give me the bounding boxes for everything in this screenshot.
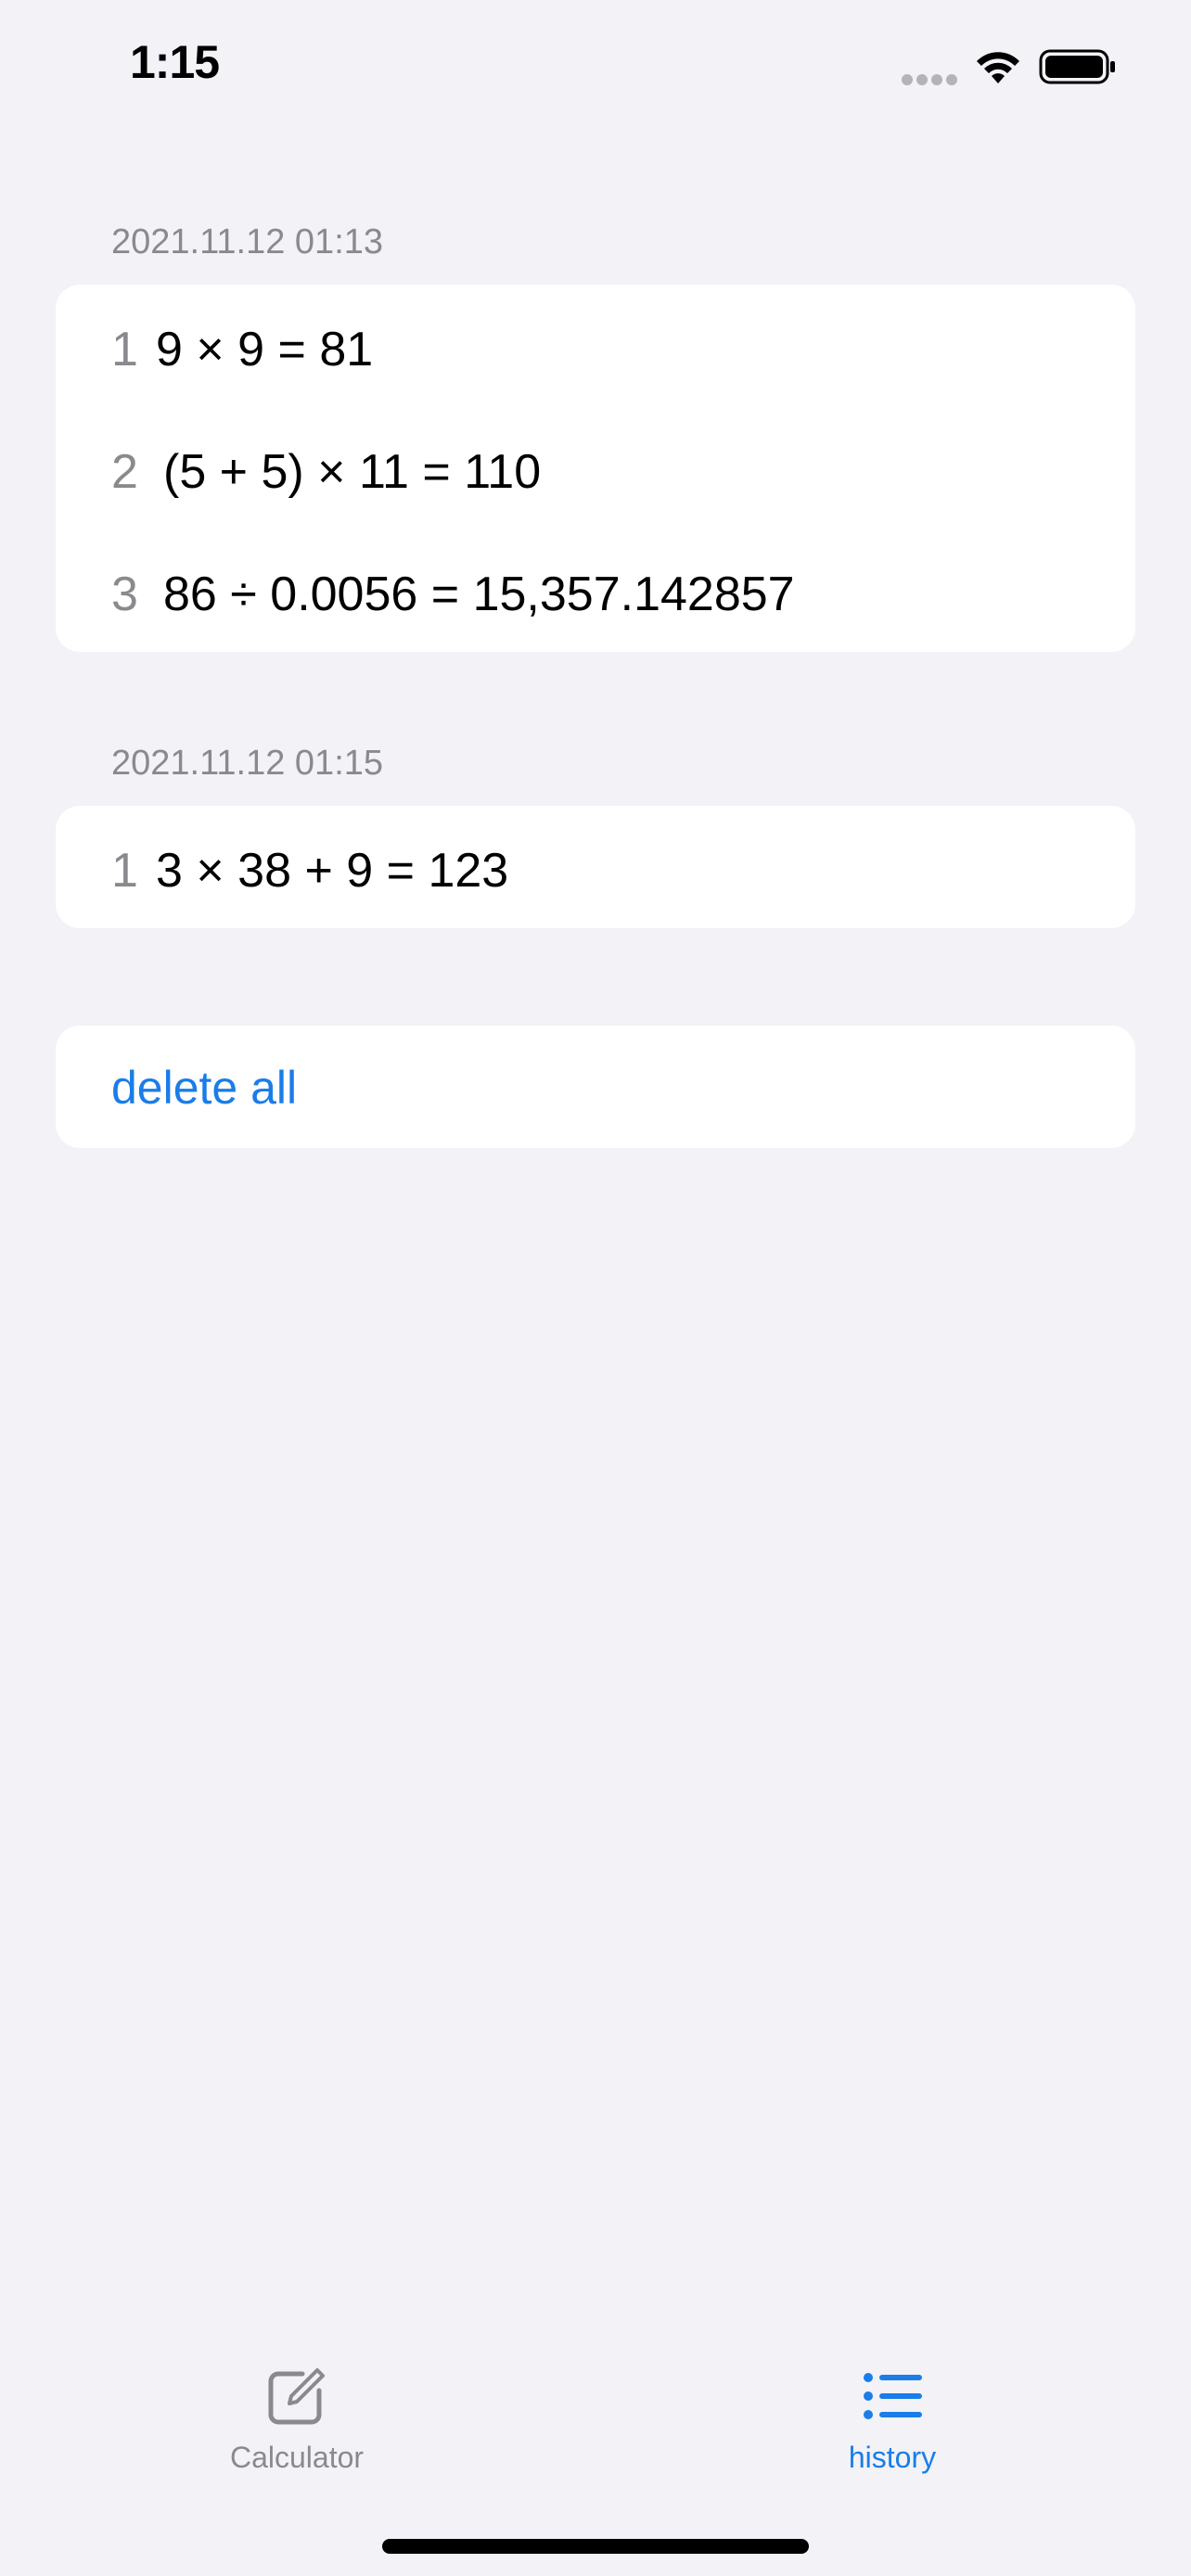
tab-calculator[interactable]: Calculator — [158, 2365, 436, 2504]
entry-index: 2 — [111, 445, 138, 499]
cellular-dots-icon — [902, 74, 959, 85]
tab-history[interactable]: history — [753, 2365, 1031, 2504]
history-card-1: 1 9 × 9 = 81 2 (5 + 5) × 11 = 110 3 86 ÷… — [56, 285, 1135, 652]
status-bar: 1:15 — [0, 0, 1191, 139]
delete-all-button[interactable]: delete all — [56, 1026, 1135, 1148]
delete-all-label: delete all — [111, 1062, 298, 1114]
battery-full-icon — [1039, 49, 1115, 84]
entry-expression: 86 ÷ 0.0056 = 15,357.142857 — [163, 567, 795, 621]
entry-expression: (5 + 5) × 11 = 110 — [163, 445, 542, 499]
section-header-1: 2021.11.12 01:13 — [111, 223, 384, 261]
entry-index: 1 — [111, 323, 138, 376]
history-entry[interactable]: 1 9 × 9 = 81 — [56, 285, 1135, 407]
entry-expression: 3 × 38 + 9 = 123 — [156, 844, 509, 898]
entry-index: 3 — [111, 567, 138, 621]
history-card-2: 1 3 × 38 + 9 = 123 — [56, 806, 1135, 928]
status-time: 1:15 — [130, 36, 220, 88]
wifi-icon — [977, 52, 1019, 83]
history-entry[interactable]: 2 (5 + 5) × 11 = 110 — [56, 407, 1135, 529]
entry-expression: 9 × 9 = 81 — [156, 323, 374, 376]
entry-index: 1 — [111, 844, 138, 898]
tab-bar: Calculator history — [0, 2337, 1191, 2522]
list-bullet-icon — [864, 2373, 922, 2419]
home-indicator[interactable] — [382, 2539, 809, 2554]
history-entry[interactable]: 3 86 ÷ 0.0056 = 15,357.142857 — [56, 529, 1135, 652]
history-entry[interactable]: 1 3 × 38 + 9 = 123 — [56, 806, 1135, 928]
tab-label-calculator: Calculator — [229, 2441, 365, 2474]
section-header-2: 2021.11.12 01:15 — [111, 744, 384, 783]
square-pencil-icon — [268, 2368, 325, 2425]
tab-label-history: history — [848, 2441, 937, 2474]
